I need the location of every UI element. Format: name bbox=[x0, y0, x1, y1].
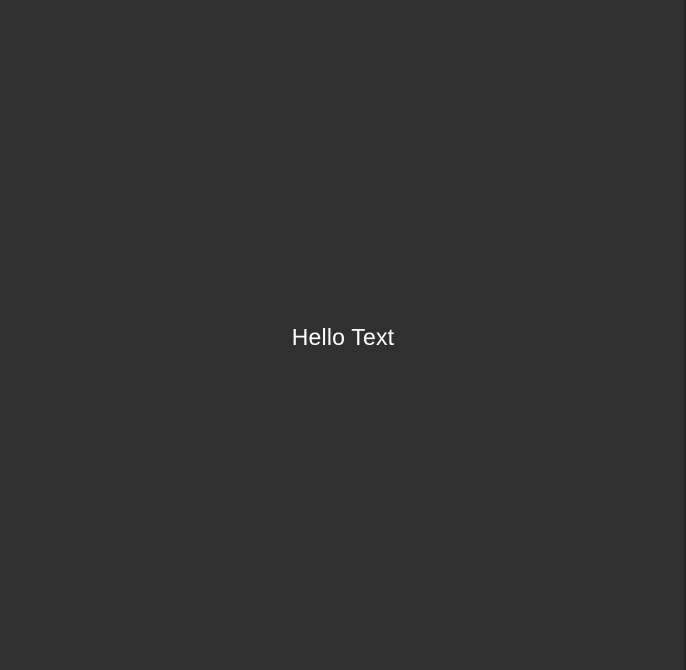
app-screen: Hello Text bbox=[0, 0, 686, 670]
hello-text: Hello Text bbox=[291, 323, 395, 350]
